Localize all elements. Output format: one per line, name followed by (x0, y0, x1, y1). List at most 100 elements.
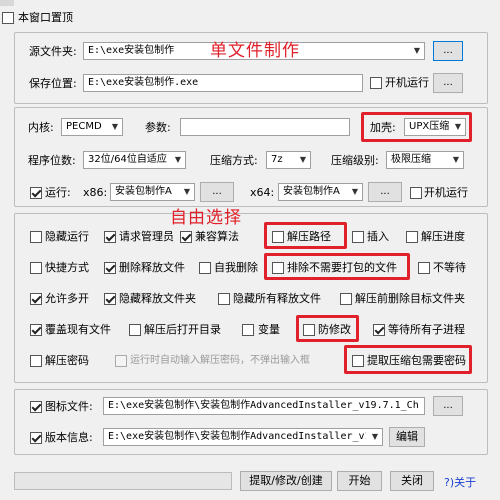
extract-path-highlight-box (264, 222, 347, 249)
insert-checkbox[interactable] (352, 231, 364, 243)
extract-password-label: 解压密码 (45, 354, 89, 367)
version-info-checkbox[interactable] (30, 432, 42, 444)
variable-label: 变量 (258, 323, 280, 336)
shortcut-label: 快捷方式 (45, 261, 89, 274)
icon-file-checkbox[interactable] (30, 401, 42, 413)
run-checkbox[interactable] (30, 187, 42, 199)
kernel-label: 内核: (28, 121, 54, 134)
close-button[interactable]: 关闭 (390, 471, 434, 491)
save-browse-button[interactable]: ... (433, 73, 463, 93)
version-info-label: 版本信息: (45, 431, 93, 444)
delete-target-before-label: 解压前删除目标文件夹 (355, 292, 465, 305)
pin-window-label: 本窗口置顶 (18, 11, 73, 24)
x64-browse-button[interactable]: ... (368, 182, 402, 202)
wait-children-checkbox[interactable] (373, 324, 385, 336)
allow-multi-checkbox[interactable] (30, 293, 42, 305)
about-link[interactable]: ?)关于 (444, 474, 476, 490)
self-delete-checkbox[interactable] (199, 262, 211, 274)
chevron-down-icon: ▼ (183, 187, 191, 196)
chevron-down-icon: ▼ (299, 155, 307, 164)
no-wait-label: 不等待 (433, 261, 466, 274)
hidden-run-label: 隐藏运行 (45, 230, 89, 243)
hide-all-released-checkbox[interactable] (218, 293, 230, 305)
x86-combo[interactable]: 安装包制作A ▼ (110, 183, 195, 201)
delete-released-label: 删除释放文件 (119, 261, 185, 274)
pin-window-checkbox[interactable] (2, 12, 14, 24)
x86-browse-button[interactable]: ... (200, 182, 234, 202)
start-button[interactable]: 开始 (337, 471, 382, 491)
version-info-value: E:\exe安装包制作\安装包制作AdvancedInstaller_v19 (108, 431, 366, 442)
progress-bar (14, 472, 232, 490)
icon-browse-button[interactable]: ... (433, 396, 463, 416)
self-delete-label: 自我删除 (214, 261, 258, 274)
autostart-label: 开机运行 (385, 76, 429, 89)
x86-value: 安装包制作A (115, 186, 172, 197)
compat-algo-checkbox[interactable] (180, 231, 192, 243)
chevron-down-icon: ▼ (452, 155, 460, 164)
x64-label: x64: (250, 186, 275, 199)
hide-release-folder-checkbox[interactable] (104, 293, 116, 305)
icon-file-label: 图标文件: (45, 400, 93, 413)
auto-password-checkbox[interactable] (115, 355, 127, 367)
hidden-run-checkbox[interactable] (30, 231, 42, 243)
run-label: 运行: (45, 186, 71, 199)
archive-password-highlight-box (344, 345, 472, 374)
kernel-value: PECMD (66, 121, 102, 132)
level-combo[interactable]: 极限压缩 ▼ (386, 151, 464, 169)
hide-release-folder-label: 隐藏释放文件夹 (119, 292, 196, 305)
param-input[interactable] (180, 118, 350, 136)
boot-checkbox[interactable] (410, 187, 422, 199)
extract-progress-checkbox[interactable] (406, 231, 418, 243)
extract-progress-label: 解压进度 (421, 230, 465, 243)
open-dir-after-label: 解压后打开目录 (144, 323, 221, 336)
shell-highlight-box (361, 112, 472, 142)
method-label: 压缩方式: (210, 154, 258, 167)
param-label: 参数: (145, 121, 171, 134)
auto-password-label: 运行时自动输入解压密码，不弹出输入框 (130, 355, 310, 366)
insert-label: 插入 (367, 230, 389, 243)
source-folder-label: 源文件夹: (29, 45, 77, 58)
save-location-label: 保存位置: (29, 77, 77, 90)
title-bar-fragment (0, 0, 14, 6)
icon-file-field[interactable]: E:\exe安装包制作\安装包制作AdvancedInstaller_v19.7… (103, 397, 425, 415)
no-wait-checkbox[interactable] (418, 262, 430, 274)
x64-value: 安装包制作A (283, 186, 340, 197)
free-choice-annotation: 自由选择 (170, 208, 242, 228)
x86-label: x86: (83, 186, 108, 199)
x64-combo[interactable]: 安装包制作A ▼ (278, 183, 363, 201)
hide-all-released-label: 隐藏所有释放文件 (233, 292, 321, 305)
chevron-down-icon: ▼ (174, 155, 182, 164)
extract-modify-create-button[interactable]: 提取/修改/创建 (240, 471, 332, 491)
chevron-down-icon: ▼ (371, 432, 379, 441)
bits-combo[interactable]: 32位/64位自适应 ▼ (83, 151, 186, 169)
open-dir-after-checkbox[interactable] (129, 324, 141, 336)
variable-checkbox[interactable] (242, 324, 254, 336)
save-location-field[interactable]: E:\exe安装包制作.exe (83, 74, 363, 92)
request-admin-checkbox[interactable] (104, 231, 116, 243)
allow-multi-label: 允许多开 (45, 292, 89, 305)
delete-target-before-checkbox[interactable] (340, 293, 352, 305)
version-edit-button[interactable]: 编辑 (389, 427, 425, 447)
bits-label: 程序位数: (28, 154, 76, 167)
anti-modify-highlight-box (296, 315, 359, 342)
request-admin-label: 请求管理员 (119, 230, 174, 243)
autostart-checkbox[interactable] (370, 77, 382, 89)
chevron-down-icon: ▼ (351, 187, 359, 196)
level-label: 压缩级别: (331, 154, 379, 167)
boot-label: 开机运行 (424, 186, 468, 199)
version-info-combo[interactable]: E:\exe安装包制作\安装包制作AdvancedInstaller_v19 ▼ (103, 428, 383, 446)
extract-password-checkbox[interactable] (30, 355, 42, 367)
wait-children-label: 等待所有子进程 (388, 323, 465, 336)
overwrite-label: 覆盖现有文件 (45, 323, 111, 336)
source-browse-button[interactable]: ... (433, 41, 463, 61)
exclude-files-highlight-box (264, 253, 410, 280)
delete-released-checkbox[interactable] (104, 262, 116, 274)
kernel-combo[interactable]: PECMD ▼ (61, 118, 123, 136)
shortcut-checkbox[interactable] (30, 262, 42, 274)
bits-value: 32位/64位自适应 (88, 154, 167, 165)
method-value: 7z (271, 154, 283, 165)
single-file-annotation: 单文件制作 (210, 41, 300, 61)
compat-algo-label: 兼容算法 (195, 230, 239, 243)
overwrite-checkbox[interactable] (30, 324, 42, 336)
method-combo[interactable]: 7z ▼ (266, 151, 311, 169)
